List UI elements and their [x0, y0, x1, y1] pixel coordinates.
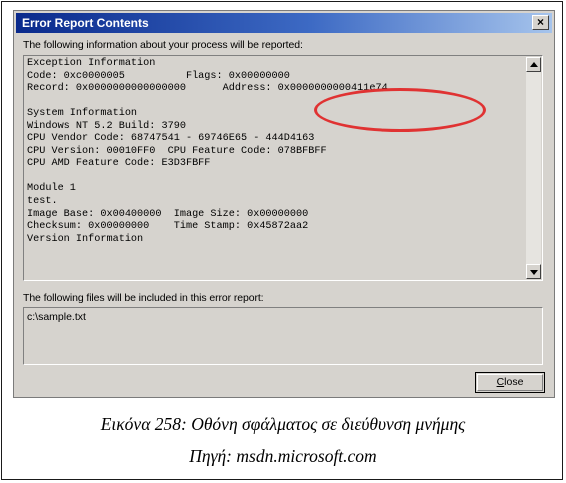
- close-button-label: Close: [497, 376, 524, 388]
- scroll-down-button[interactable]: [526, 264, 541, 279]
- report-text-area[interactable]: Exception Information Code: 0xc0000005 F…: [23, 55, 543, 281]
- close-button[interactable]: Close: [475, 372, 545, 393]
- close-window-icon[interactable]: ×: [532, 15, 549, 30]
- files-label: The following files will be included in …: [23, 292, 264, 304]
- error-report-dialog: Error Report Contents × The following in…: [13, 10, 555, 398]
- close-button-label-rest: lose: [504, 376, 524, 388]
- arrow-down-icon: [530, 270, 538, 275]
- scroll-up-button[interactable]: [526, 57, 541, 72]
- title-bar[interactable]: Error Report Contents ×: [16, 13, 552, 33]
- file-item[interactable]: c:\sample.txt: [27, 311, 86, 323]
- figure-frame: Error Report Contents × The following in…: [1, 1, 563, 480]
- figure-source: Πηγή: msdn.microsoft.com: [189, 446, 377, 466]
- arrow-up-icon: [530, 62, 538, 67]
- report-scrollbar[interactable]: [526, 57, 541, 279]
- report-label: The following information about your pro…: [23, 39, 303, 51]
- figure-caption: Εικόνα 258: Οθόνη σφάλματος σε διεύθυνση…: [100, 414, 466, 434]
- report-text-lines: Exception Information Code: 0xc0000005 F…: [27, 58, 388, 245]
- files-list-area[interactable]: c:\sample.txt: [23, 307, 543, 365]
- dialog-title: Error Report Contents: [22, 16, 149, 30]
